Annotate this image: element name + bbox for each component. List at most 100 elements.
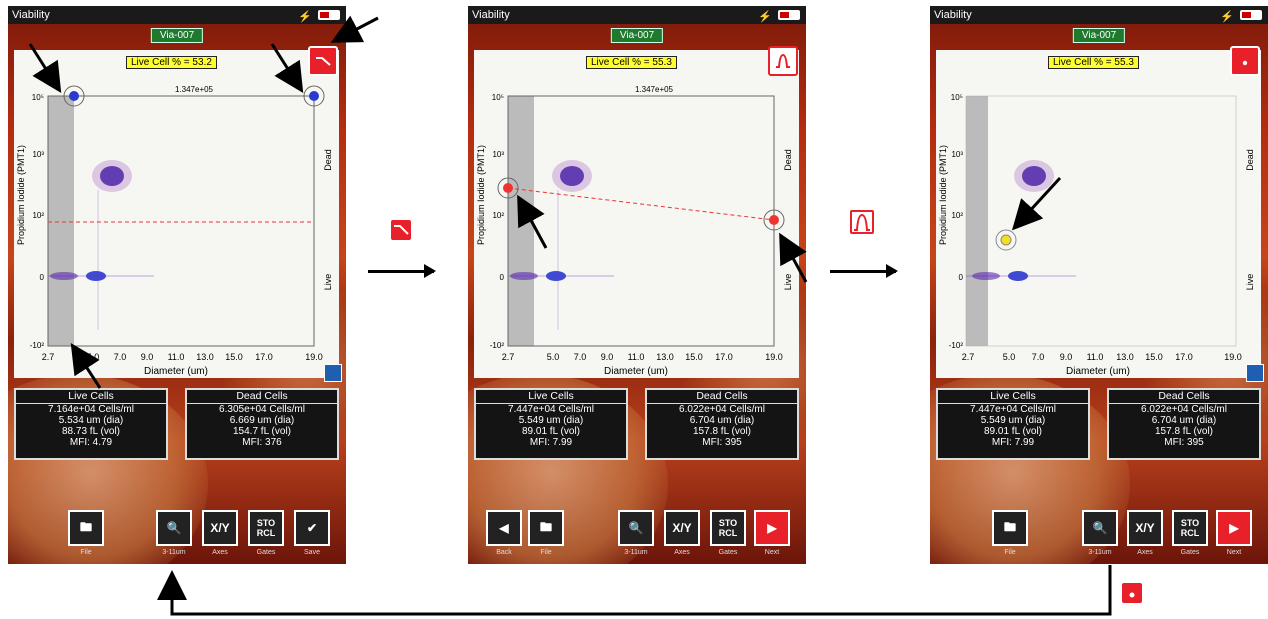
dead-population	[1014, 160, 1054, 192]
x-tick: 2.7	[502, 352, 515, 362]
x-axis-label: Diameter (um)	[604, 366, 668, 377]
gate-type-point-button[interactable]	[1230, 46, 1260, 76]
live-cells-panel: Live Cells 7.164e+04 Cells/ml 5.534 um (…	[14, 388, 168, 460]
axes-label: Axes	[1137, 549, 1153, 556]
axes-button[interactable]: X/Y	[1127, 510, 1163, 546]
gate-type-curve-button[interactable]	[768, 46, 798, 76]
live-cell-percent: Live Cell % = 55.3	[586, 56, 677, 69]
x-tick: 11.0	[168, 352, 185, 362]
gate-handle-left	[69, 91, 79, 101]
x-tick: 9.0	[601, 352, 614, 362]
axis-scale-button[interactable]	[324, 364, 342, 382]
y-axis-label: Propidium Iodide (PMT1)	[16, 145, 26, 245]
gates-icon-top: STO	[1180, 518, 1200, 528]
status-bar: Viability ⚡	[468, 6, 806, 24]
dead-vol: 154.7 fL (vol)	[233, 426, 291, 437]
dead-cells-title: Dead Cells	[187, 390, 337, 404]
live-mfi: MFI: 7.99	[529, 437, 573, 448]
x-tick: 7.0	[574, 352, 587, 362]
gates-icon-bottom: RCL	[1180, 528, 1200, 538]
axes-icon: X/Y	[1135, 521, 1155, 535]
toolbar: ◀ Back 🖿 File 🔍 3-11um X/Y Axes STO RCL …	[468, 504, 806, 564]
file-button[interactable]: 🖿	[68, 510, 104, 546]
gate-type-line-button[interactable]	[308, 46, 338, 76]
folder-icon: 🖿	[1003, 519, 1016, 534]
axis-scale-button[interactable]	[1246, 364, 1264, 382]
gates-icon-top: STO	[718, 518, 738, 528]
x-tick: 13.0	[656, 352, 674, 362]
dead-mfi: MFI: 395	[702, 437, 742, 448]
save-label: Save	[304, 549, 320, 556]
file-label: File	[1004, 549, 1016, 556]
zoom-icon: 🔍	[628, 521, 644, 535]
app-title: Viability	[12, 9, 50, 21]
live-vol: 89.01 fL (vol)	[984, 426, 1042, 437]
zoom-icon: 🔍	[1092, 521, 1108, 535]
folder-icon: 🖿	[539, 519, 552, 534]
scatter-plot[interactable]: Propidium Iodide (PMT1) Dead Live 10⁵ 10…	[936, 50, 1261, 378]
status-bar: Viability ⚡	[930, 6, 1268, 24]
axes-button[interactable]: X/Y	[202, 510, 238, 546]
next-button[interactable]: ▶	[1216, 510, 1252, 546]
scatter-plot[interactable]: 1.347e+05 Propidium Iodide (PMT1) Dead L…	[474, 50, 799, 378]
status-bar: Viability ⚡	[8, 6, 346, 24]
usb-icon: ⚡	[298, 11, 312, 23]
battery-icon	[1240, 10, 1262, 20]
live-cell-percent: Live Cell % = 55.3	[1048, 56, 1139, 69]
zoom-button[interactable]: 🔍	[1082, 510, 1118, 546]
top-value: 1.347e+05	[175, 85, 214, 94]
live-dia: 5.549 um (dia)	[980, 415, 1046, 426]
zoom-button[interactable]: 🔍	[156, 510, 192, 546]
dead-label: Dead	[323, 149, 333, 171]
gates-label: Gates	[256, 549, 276, 556]
y-tick: 10²	[32, 211, 44, 220]
scatter-plot[interactable]: 1.347e+05 Propidium Iodide (PMT1) Dead L…	[14, 50, 339, 378]
arrow-right-icon: ▶	[1229, 521, 1239, 535]
gates-button[interactable]: STO RCL	[1172, 510, 1208, 546]
x-tick: 5.0	[1003, 352, 1016, 362]
x-tick: 13.0	[1116, 352, 1134, 362]
x-tick: 19.0	[305, 352, 323, 362]
toolbar: 🖿 File 🔍 3-11um X/Y Axes STO RCL Gates ▶…	[930, 504, 1268, 564]
x-tick: 7.0	[114, 352, 127, 362]
next-button[interactable]: ▶	[754, 510, 790, 546]
y-tick: 0	[959, 273, 964, 282]
zoom-button[interactable]: 🔍	[618, 510, 654, 546]
dead-vol: 157.8 fL (vol)	[693, 426, 751, 437]
back-button[interactable]: ◀	[486, 510, 522, 546]
gates-label: Gates	[1180, 549, 1200, 556]
screen-2: Viability ⚡ Via-007 Live Cell % = 55.3 1…	[468, 6, 806, 564]
gate-handle-right	[309, 91, 319, 101]
axes-button[interactable]: X/Y	[664, 510, 700, 546]
dead-population	[92, 160, 132, 192]
x-tick: 9.0	[141, 352, 154, 362]
y-tick: -10²	[30, 341, 45, 350]
live-conc: 7.447e+04 Cells/ml	[508, 404, 594, 415]
live-vol: 89.01 fL (vol)	[522, 426, 580, 437]
live-cell-percent: Live Cell % = 53.2	[126, 56, 217, 69]
x-tick: 19.0	[765, 352, 783, 362]
y-tick: 10³	[32, 150, 44, 159]
y-tick: 10³	[951, 150, 963, 159]
x-tick: 17.0	[1175, 352, 1193, 362]
save-button[interactable]: ✔	[294, 510, 330, 546]
axes-icon: X/Y	[210, 521, 230, 535]
y-tick: 10⁵	[951, 93, 963, 102]
y-tick: 10⁵	[32, 93, 44, 102]
dead-mfi: MFI: 376	[242, 437, 282, 448]
dead-label: Dead	[1245, 149, 1255, 171]
zoom-label: 3-11um	[1088, 549, 1112, 556]
gates-button[interactable]: STO RCL	[248, 510, 284, 546]
live-vol: 88.73 fL (vol)	[62, 426, 120, 437]
gates-button[interactable]: STO RCL	[710, 510, 746, 546]
file-button[interactable]: 🖿	[528, 510, 564, 546]
file-button[interactable]: 🖿	[992, 510, 1028, 546]
dead-cells-panel: Dead Cells 6.022e+04 Cells/ml 6.704 um (…	[1107, 388, 1261, 460]
x-tick: 9.0	[1060, 352, 1073, 362]
axes-label: Axes	[674, 549, 690, 556]
y-tick: -10²	[949, 341, 964, 350]
app-title: Viability	[934, 9, 972, 21]
x-tick: 7.0	[1032, 352, 1045, 362]
dead-population	[552, 160, 592, 192]
sample-id: Via-007	[1072, 28, 1126, 43]
